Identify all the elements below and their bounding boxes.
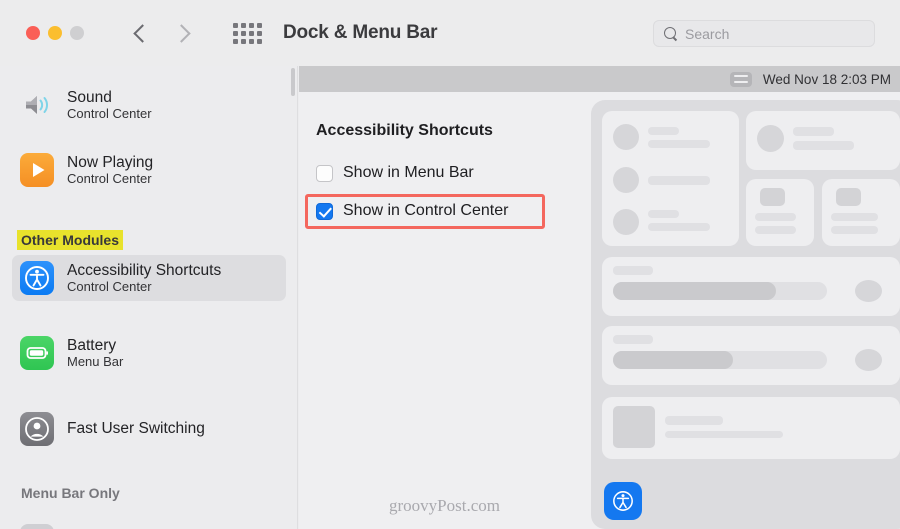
sidebar-group-menu-bar-only: Menu Bar Only [21,485,120,501]
cc-placeholder-bar [755,213,796,221]
cc-placeholder-square [760,188,785,206]
cc-placeholder-bar [755,226,796,234]
minimize-button[interactable] [48,26,62,40]
system-preferences-window: Dock & Menu Bar Search Sound Control Cen… [0,0,900,529]
navigation-buttons [134,26,188,40]
cc-placeholder-bar [831,226,878,234]
cc-group-display [746,111,900,170]
preview-menubar: Wed Nov 18 2:03 PM [299,66,900,92]
sidebar-item-text: Sound Control Center [67,89,152,122]
cc-placeholder-artwork [613,406,655,448]
forward-icon [174,26,188,40]
cc-tile-right [822,179,900,246]
speaker-icon [20,88,54,122]
checkbox-label: Show in Menu Bar [343,164,474,181]
cc-placeholder-bar [648,127,679,135]
cc-group-toggles [602,111,739,246]
cc-placeholder-bar [648,176,710,185]
sidebar-item-subtitle: Menu Bar [67,353,124,369]
sidebar-item-sound[interactable]: Sound Control Center [12,82,286,128]
cc-placeholder-bar [613,266,653,275]
sidebar-group-other-modules: Other Modules [17,230,124,250]
cc-slider-group-2 [602,326,900,385]
watermark: groovyPost.com [389,496,500,515]
section-heading: Accessibility Shortcuts [316,122,493,139]
sidebar-item-text: Accessibility Shortcuts Control Center [67,262,221,295]
checkbox-box[interactable] [316,202,333,220]
sidebar-item-subtitle: Control Center [67,278,152,294]
page-title: Dock & Menu Bar [283,22,438,43]
sidebar-item-subtitle: Control Center [67,170,152,186]
cc-placeholder-bar [648,140,710,148]
cc-placeholder-bar [613,335,653,344]
sidebar-item-fast-user-switching[interactable]: Fast User Switching [12,406,286,452]
close-button[interactable] [26,26,40,40]
sidebar-item-clipped[interactable] [12,518,286,529]
accessibility-icon [613,491,633,511]
cc-accessibility-button[interactable] [604,482,642,520]
sidebar-item-now-playing[interactable]: Now Playing Control Center [12,147,286,193]
sidebar-item-battery[interactable]: Battery Menu Bar [12,330,286,376]
battery-icon [20,336,54,370]
cc-placeholder-bar [665,416,723,425]
window-content: Sound Control Center Now Playing Control… [0,66,900,529]
cc-placeholder-circle [855,349,882,371]
cc-placeholder-bar [793,127,834,136]
search-field[interactable]: Search [653,20,875,47]
cc-slider-group-1 [602,257,900,316]
sidebar-scrollbar[interactable] [291,68,295,96]
module-settings-pane: Wed Nov 18 2:03 PM Accessibility Shortcu… [299,66,900,529]
cc-slider-fill [613,351,733,369]
cc-tile-left [746,179,814,246]
traffic-lights [26,26,84,40]
cc-placeholder-bar [648,210,679,218]
checkbox-show-in-control-center[interactable]: Show in Control Center [316,202,508,220]
sidebar-item-text: Now Playing Control Center [67,154,153,187]
menubar-clock: Wed Nov 18 2:03 PM [762,71,891,87]
user-icon [20,412,54,446]
sidebar-item-title: Fast User Switching [67,420,205,438]
control-center-preview [591,100,900,529]
checkbox-box[interactable] [316,164,333,182]
modules-sidebar[interactable]: Sound Control Center Now Playing Control… [0,66,298,529]
sidebar-item-text: Battery Menu Bar [67,337,123,370]
back-icon[interactable] [134,26,148,40]
sidebar-item-title: Now Playing [67,153,154,171]
cc-placeholder-bar [665,431,783,438]
sidebar-item-accessibility-shortcuts[interactable]: Accessibility Shortcuts Control Center [12,255,286,301]
search-placeholder: Search [685,25,730,42]
cc-placeholder-circle [613,209,639,235]
cc-placeholder-bar [793,141,854,150]
cc-placeholder-bar [831,213,878,221]
sidebar-item-title: Accessibility Shortcuts [67,261,222,279]
sidebar-item-title: Battery [67,336,117,354]
sidebar-item-subtitle: Control Center [67,105,152,121]
accessibility-icon [20,261,54,295]
checkbox-show-in-menu-bar[interactable]: Show in Menu Bar [316,164,474,182]
cc-placeholder-square [836,188,861,206]
sidebar-item-text: Fast User Switching [67,420,205,437]
clipped-module-icon [20,524,54,529]
sidebar-item-title: Sound [67,88,112,106]
cc-slider-fill [613,282,776,300]
zoom-button [70,26,84,40]
cc-placeholder-circle [613,124,639,150]
show-all-grid-icon[interactable] [233,22,262,44]
cc-placeholder-circle [855,280,882,302]
cc-now-playing-group [602,397,900,459]
window-titlebar: Dock & Menu Bar Search [0,0,900,66]
cc-placeholder-bar [648,223,710,231]
cc-placeholder-circle [613,167,639,193]
cc-placeholder-circle [757,125,784,152]
control-center-icon [729,71,752,87]
checkbox-label: Show in Control Center [343,202,509,219]
search-icon [664,27,677,40]
play-icon [20,153,54,187]
